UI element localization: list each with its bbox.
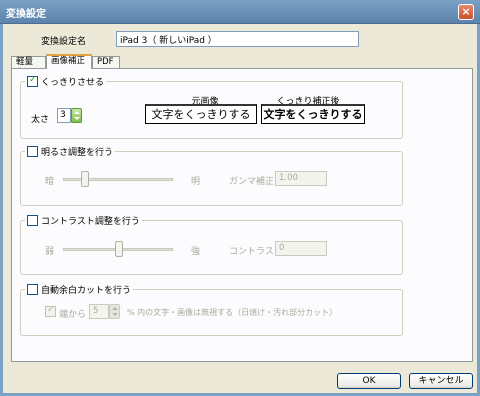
tab-pdf[interactable]: PDF [92, 56, 120, 68]
thickness-stepper[interactable] [71, 108, 82, 123]
contrast-slider-thumb[interactable] [115, 241, 123, 257]
gamma-input[interactable]: 1.00 [275, 171, 327, 186]
autocrop-label: 自動余白カットを行う [41, 286, 132, 296]
autocrop-group-title: 自動余白カットを行う [25, 283, 134, 296]
weak-label: 弱 [45, 247, 55, 257]
autocrop-checkbox[interactable] [27, 284, 38, 295]
brightness-group: 明るさ調整を行う 暗 明 ガンマ補正 1.00 [20, 145, 403, 206]
original-preview: 文字をくっきりする [145, 104, 257, 124]
contrast-group: コントラスト調整を行う 弱 強 コントラスト 0 [20, 214, 403, 275]
contrast-input[interactable]: 0 [275, 241, 327, 256]
after-preview: 文字をくっきりする [261, 104, 365, 124]
thickness-label: 太さ [31, 115, 50, 125]
dialog-body: 変換設定名 iPad 3（ 新しいiPad ） 軽量化 画像補正 PDF くっき… [0, 24, 480, 396]
edge-input[interactable]: 5 [89, 304, 109, 319]
tab-lightweight[interactable]: 軽量化 [11, 56, 46, 78]
contrast-group-title: コントラスト調整を行う [25, 214, 142, 227]
edge-label: 端から [59, 310, 87, 320]
brightness-slider-track[interactable] [63, 178, 173, 181]
edge-stepper[interactable] [109, 304, 120, 319]
sharpen-group: くっきりさせる 太さ 3 元画像 くっきり補正後 文字をくっきりする 文字をくっ… [20, 75, 403, 139]
title-bar: 変換設定 × [0, 0, 480, 24]
window-title: 変換設定 [6, 9, 46, 20]
autocrop-group: 自動余白カットを行う 端から 5 % 内の文字・画像は無視する（日焼け・汚れ部分… [20, 283, 403, 336]
close-icon: × [461, 5, 471, 18]
sharpen-label: くっきりさせる [41, 78, 105, 88]
edge-checkbox[interactable] [45, 305, 56, 317]
ok-button[interactable]: OK [337, 373, 401, 389]
dark-label: 暗 [45, 177, 55, 187]
gamma-label: ガンマ補正 [229, 177, 275, 187]
strong-label: 強 [191, 247, 201, 257]
brightness-checkbox[interactable] [27, 146, 38, 157]
brightness-label: 明るさ調整を行う [41, 148, 114, 158]
sharpen-checkbox[interactable] [27, 75, 38, 87]
bright-label: 明 [191, 177, 201, 187]
edge-description: % 内の文字・画像は無視する（日焼け・汚れ部分カット） [127, 308, 338, 317]
brightness-group-title: 明るさ調整を行う [25, 145, 116, 158]
sharpen-group-title: くっきりさせる [25, 75, 107, 88]
close-button[interactable]: × [458, 4, 474, 20]
brightness-slider-thumb[interactable] [81, 171, 89, 187]
preset-name-label: 変換設定名 [41, 37, 87, 47]
tab-panel: くっきりさせる 太さ 3 元画像 くっきり補正後 文字をくっきりする 文字をくっ… [11, 68, 473, 362]
cancel-button[interactable]: キャンセル [409, 373, 473, 389]
contrast-label: コントラスト調整を行う [41, 217, 140, 227]
tab-image-correction[interactable]: 画像補正 [46, 54, 92, 69]
thickness-input[interactable]: 3 [57, 108, 71, 123]
preset-name-input[interactable]: iPad 3（ 新しいiPad ） [116, 31, 359, 47]
contrast-checkbox[interactable] [27, 215, 38, 226]
